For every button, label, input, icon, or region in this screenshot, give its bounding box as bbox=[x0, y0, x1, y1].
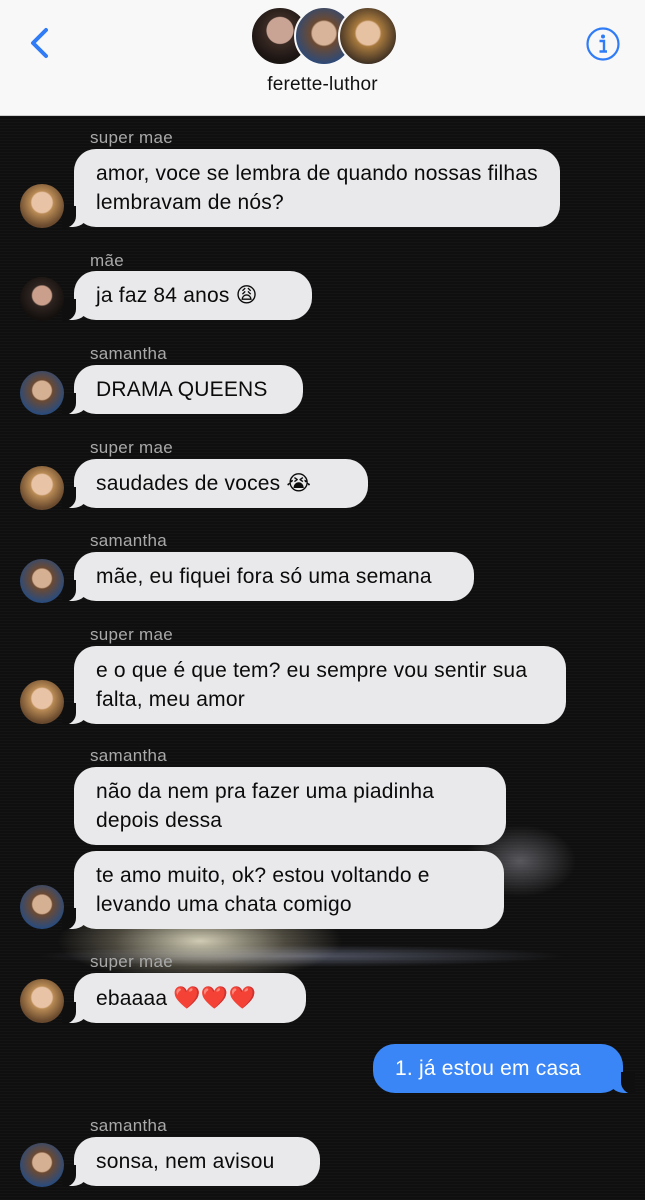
avatar[interactable] bbox=[20, 559, 64, 603]
weary-face-emoji: 😩 bbox=[235, 283, 258, 307]
message-bubble[interactable]: saudades de voces 😭 bbox=[62, 459, 368, 509]
sender-name: samantha bbox=[90, 344, 168, 363]
message-text: não da nem pra fazer uma piadinha depois… bbox=[96, 780, 435, 832]
message-text: ebaaaa bbox=[96, 987, 168, 1010]
message-bubble[interactable]: te amo muito, ok? estou voltando e levan… bbox=[62, 851, 504, 930]
message-bubble[interactable]: não da nem pra fazer uma piadinha depois… bbox=[74, 767, 506, 845]
hearts-emoji: ❤️❤️❤️ bbox=[173, 985, 257, 1010]
sender-name: super mae bbox=[90, 438, 174, 457]
avatar[interactable] bbox=[20, 184, 64, 228]
sender-name: super mae bbox=[90, 952, 174, 971]
sender-name: samantha bbox=[90, 531, 168, 550]
message-text: ja faz 84 anos bbox=[96, 284, 230, 307]
avatar[interactable] bbox=[20, 885, 64, 929]
sender-name: samantha bbox=[90, 746, 168, 765]
avatar[interactable] bbox=[20, 979, 64, 1023]
avatar[interactable] bbox=[20, 277, 64, 321]
message-bubble[interactable]: mãe, eu fiquei fora só uma semana bbox=[62, 552, 474, 602]
message-text: DRAMA QUEENS bbox=[96, 378, 268, 401]
message-text: e o que é que tem? eu sempre vou sentir … bbox=[96, 659, 528, 711]
message-list[interactable]: super mae amor, voce se lembra de quando… bbox=[0, 116, 645, 1200]
group-avatars[interactable] bbox=[250, 6, 398, 66]
avatar[interactable] bbox=[20, 466, 64, 510]
sender-name: mãe bbox=[90, 251, 124, 270]
message-bubble[interactable]: sonsa, nem avisou bbox=[62, 1137, 320, 1187]
crying-face-emoji: 😭 bbox=[286, 471, 312, 495]
avatar[interactable] bbox=[20, 1143, 64, 1187]
info-icon[interactable] bbox=[585, 26, 621, 62]
sender-name: super mae bbox=[90, 625, 174, 644]
message-text: te amo muito, ok? estou voltando e levan… bbox=[96, 864, 430, 916]
sender-name: samantha bbox=[90, 1116, 168, 1135]
message-bubble[interactable]: e o que é que tem? eu sempre vou sentir … bbox=[62, 646, 566, 725]
chevron-left-icon[interactable] bbox=[26, 26, 56, 60]
conversation-header: ferette-luthor bbox=[0, 0, 645, 116]
message-bubble[interactable]: ja faz 84 anos 😩 bbox=[62, 271, 312, 321]
sender-name: super mae bbox=[90, 128, 174, 147]
avatar bbox=[338, 6, 398, 66]
message-text: 1. já estou em casa bbox=[395, 1057, 581, 1080]
avatar[interactable] bbox=[20, 680, 64, 724]
message-text: amor, voce se lembra de quando nossas fi… bbox=[96, 162, 538, 214]
avatar[interactable] bbox=[20, 371, 64, 415]
outgoing-message-bubble[interactable]: 1. já estou em casa bbox=[373, 1044, 635, 1094]
message-bubble[interactable]: amor, voce se lembra de quando nossas fi… bbox=[62, 149, 560, 228]
group-name[interactable]: ferette-luthor bbox=[0, 74, 645, 96]
message-bubble[interactable]: ebaaaa ❤️❤️❤️ bbox=[62, 973, 306, 1024]
message-text: sonsa, nem avisou bbox=[96, 1150, 275, 1173]
message-text: mãe, eu fiquei fora só uma semana bbox=[96, 565, 432, 588]
message-text: saudades de voces bbox=[96, 472, 281, 495]
message-bubble[interactable]: DRAMA QUEENS bbox=[62, 365, 303, 415]
